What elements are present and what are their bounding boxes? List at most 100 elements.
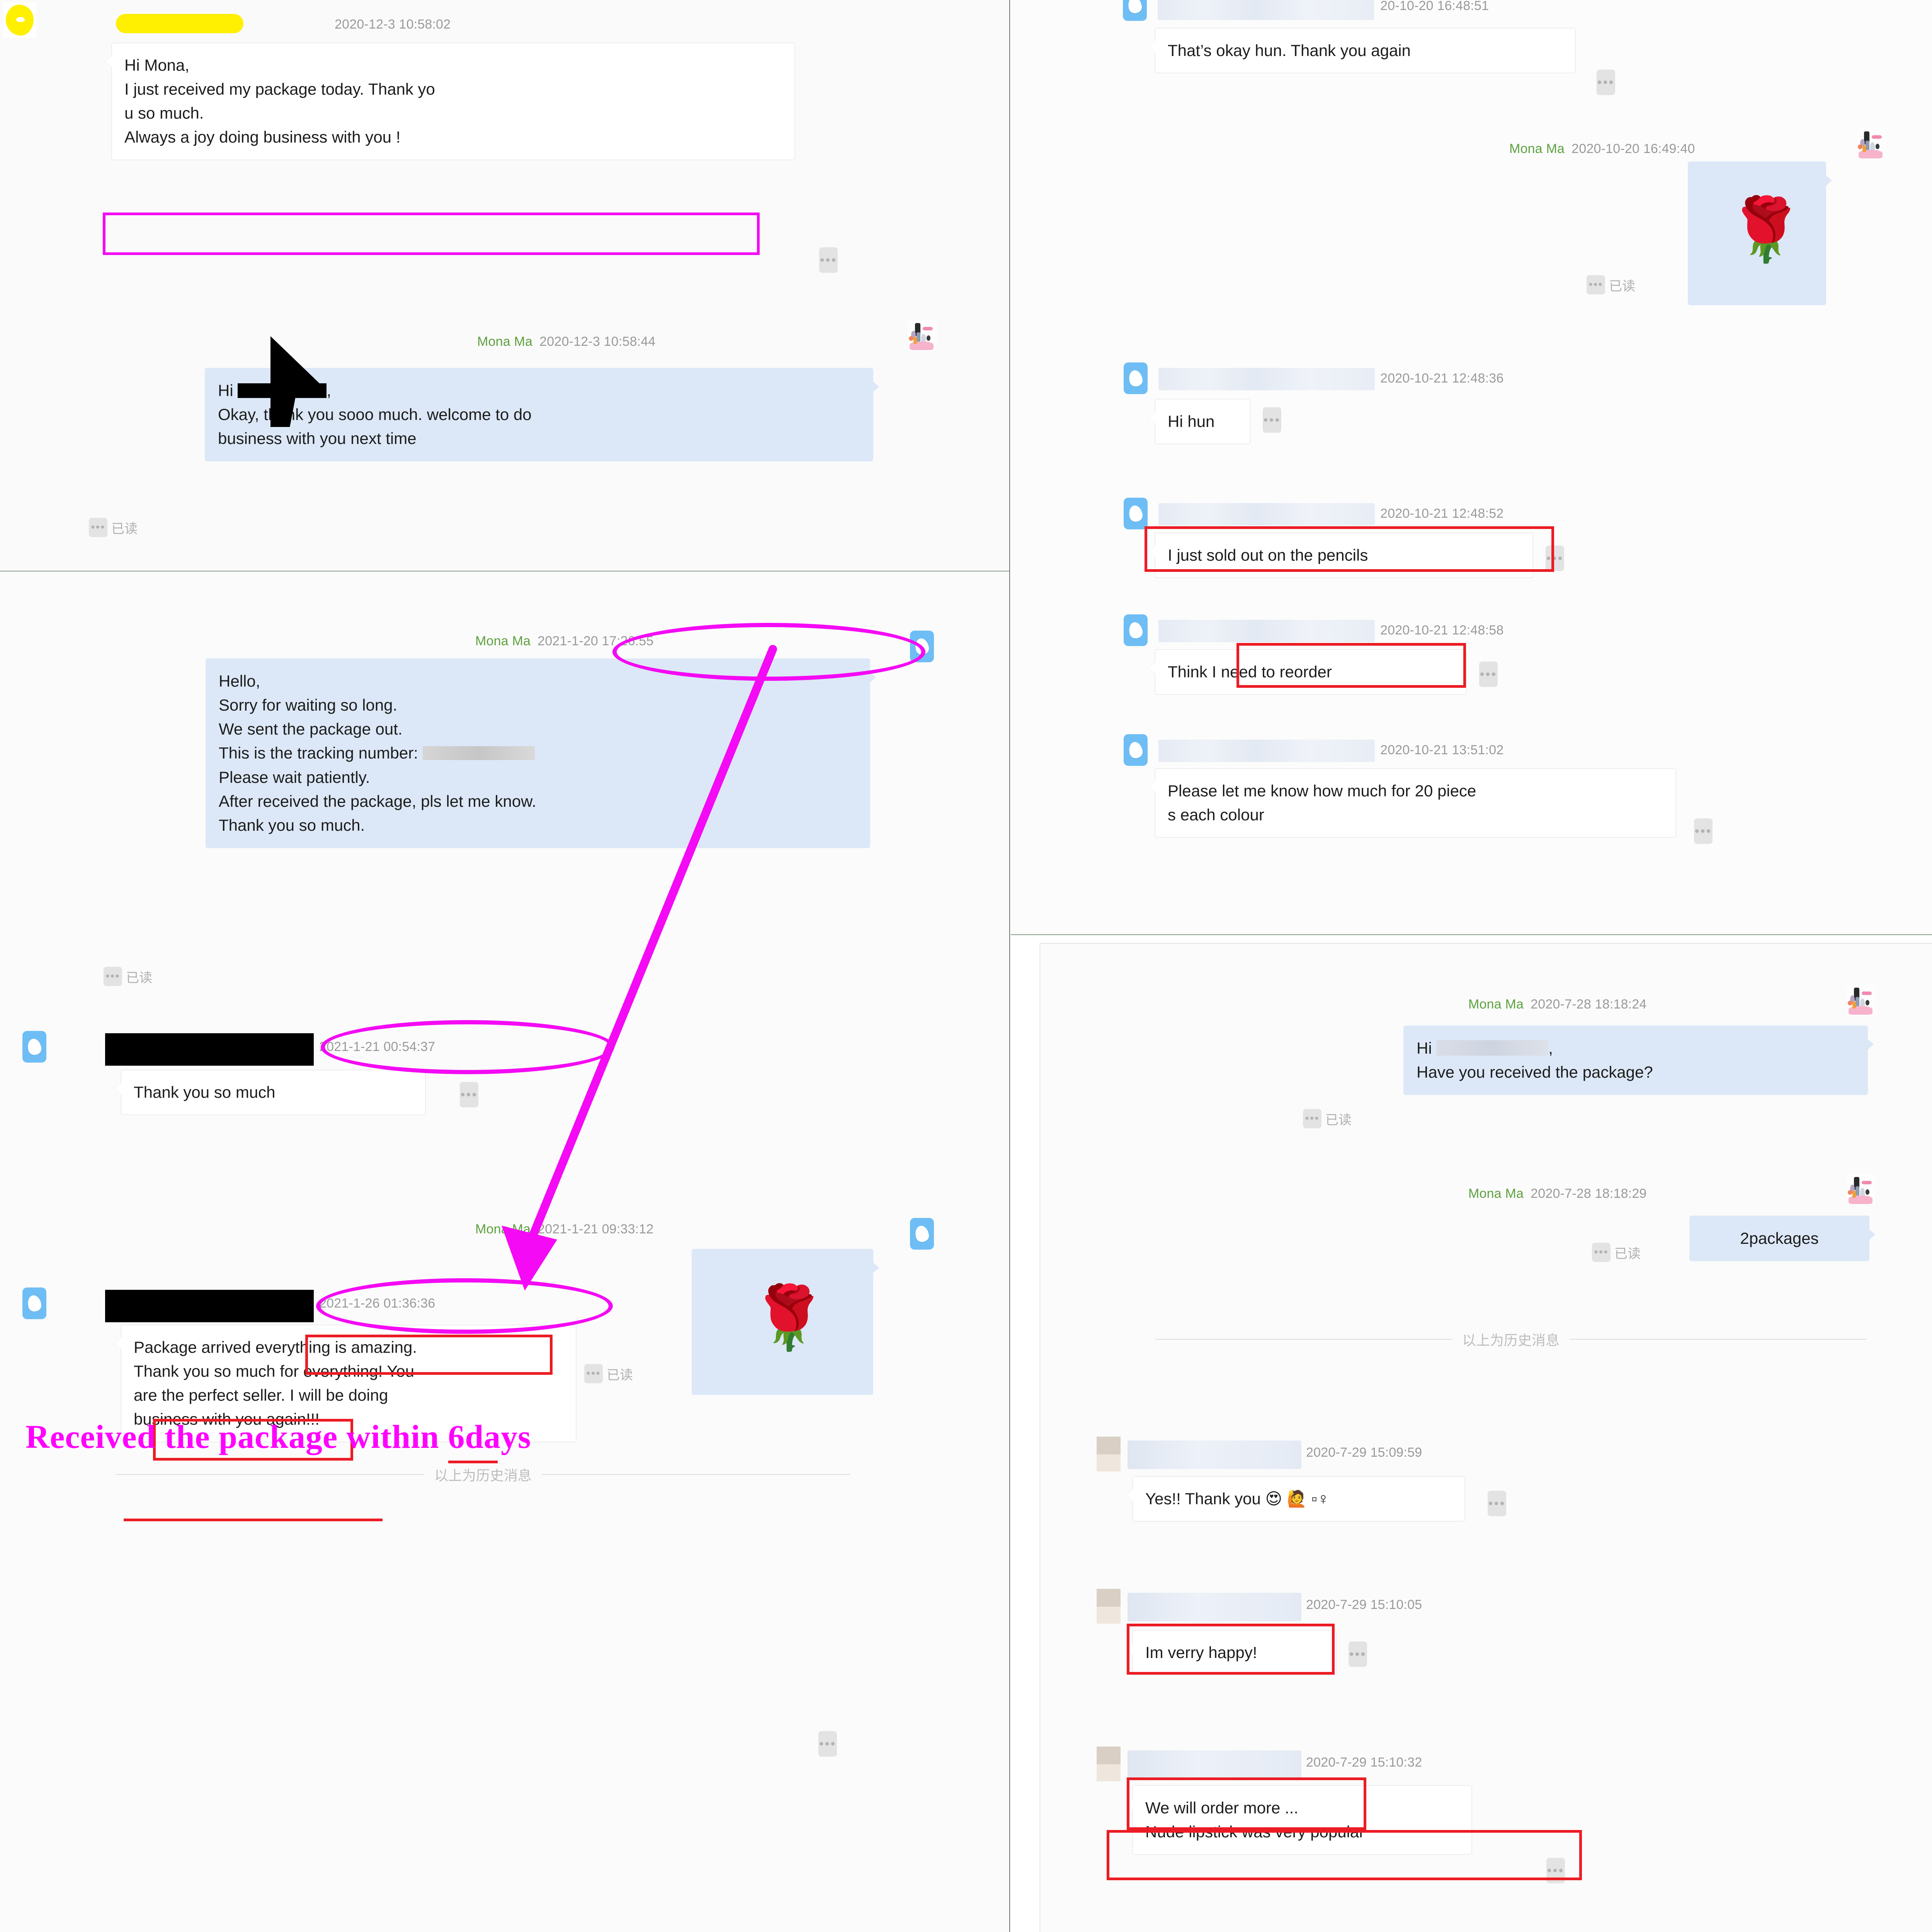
avatar-mona-ma-4[interactable] [1847, 1174, 1876, 1205]
message-bubble-incoming-1[interactable]: Hi Mona, I just received my package toda… [111, 43, 795, 160]
message-meta-17: 2020-7-29 15:10:32 [1306, 1755, 1422, 1770]
water-drop-icon [914, 637, 930, 656]
redacted-sender-name-blur-1 [1158, 0, 1374, 20]
sender-name: Mona Ma [475, 1222, 531, 1236]
message-bubble-outgoing-4[interactable]: 2packages [1689, 1216, 1875, 1262]
history-divider-label: 以上为历史消息 [434, 1468, 532, 1483]
avatar-customer-blue-6[interactable] [1124, 614, 1148, 646]
avatar-mona-ma-3[interactable] [1847, 985, 1876, 1015]
sender-name: Mona Ma [1468, 1186, 1524, 1201]
water-drop-icon [914, 1224, 930, 1243]
read-receipt-6: ••• 已读 [1592, 1243, 1641, 1262]
panel-vertical-divider [1009, 0, 1010, 1932]
message-options-button-11[interactable]: ••• [1546, 1858, 1565, 1883]
sender-name: Mona Ma [477, 334, 533, 349]
avatar-customer-blue-3[interactable] [1123, 0, 1147, 21]
panel-top-left-conversation: 2020-12-3 10:58:02 Hi Mona, I just recei… [0, 0, 1009, 571]
black-cursor-arrow-annotation [270, 336, 323, 427]
message-meta-3: Mona Ma 2021-1-20 17:26:55 [475, 634, 654, 649]
message-meta-4: 2021-1-21 00:54:37 [319, 1039, 435, 1054]
avatar-customer-blue-1[interactable] [22, 1031, 46, 1063]
message-bubble-incoming-7[interactable]: Think I need to reorder [1155, 649, 1467, 695]
timestamp: 2020-7-29 15:09:59 [1306, 1445, 1422, 1460]
history-divider-label: 以上为历史消息 [1462, 1332, 1560, 1348]
timestamp: 2020-7-28 18:18:24 [1531, 997, 1647, 1012]
avatar-customer-blue-4[interactable] [1124, 362, 1148, 394]
redacted-sender-name-blur-3 [1158, 503, 1375, 526]
redacted-sender-name-blur-8 [1128, 1750, 1301, 1779]
divider-line-right [542, 1474, 850, 1475]
message-options-button-5[interactable]: ••• [1263, 407, 1281, 433]
redacted-sender-name-blur-6 [1128, 1440, 1301, 1469]
message-bubble-incoming-5[interactable]: Hi hun [1155, 399, 1250, 445]
avatar-mona-ma-2[interactable] [1857, 128, 1886, 159]
divider-line-left [1155, 1339, 1452, 1340]
timestamp: 2021-1-20 17:26:55 [537, 634, 654, 648]
avatar-customer-blue-7[interactable] [1124, 734, 1148, 766]
message-options-button-4[interactable]: ••• [1597, 70, 1615, 95]
panel-bottom-right-conversation: Mona Ma 2020-7-28 18:18:24 Hi , Have you … [1039, 943, 1932, 1932]
message-line-1: We will order more ... [1145, 1799, 1298, 1817]
annotation-underline-red-business-again [124, 1519, 383, 1521]
sender-name: Mona Ma [1468, 997, 1524, 1012]
timestamp: 2020-10-20 16:49:40 [1571, 141, 1695, 156]
redacted-sender-name-blur-7 [1128, 1593, 1301, 1621]
redacted-sender-name-black-2 [105, 1290, 314, 1322]
message-bubble-incoming-8[interactable]: Please let me know how much for 20 piece… [1155, 768, 1676, 838]
message-options-button-9[interactable]: ••• [1488, 1491, 1506, 1516]
sender-name: Mona Ma [475, 634, 531, 648]
avatar-customer-tan-3[interactable] [1097, 1747, 1121, 1781]
avatar-redacted-customer[interactable] [3, 2, 36, 38]
timestamp: 2021-1-26 01:36:36 [319, 1296, 435, 1311]
message-options-button-3[interactable]: ••• [818, 1731, 837, 1757]
message-options-button-7[interactable]: ••• [1479, 662, 1498, 687]
avatar-mona-blue-2[interactable] [910, 1218, 934, 1250]
read-receipt-3: ••• 已读 [584, 1364, 633, 1383]
message-bubble-outgoing-rose-2[interactable]: 🌹 [1688, 162, 1832, 305]
redacted-sender-name-black-1 [105, 1033, 314, 1066]
message-line-2: Nude lipstick was very popular [1145, 1823, 1365, 1841]
yellow-scribble-redaction [6, 5, 34, 36]
ellipsis-icon: ••• [1303, 1109, 1321, 1128]
ellipsis-icon: ••• [89, 518, 107, 537]
redacted-name-blur-bar [1436, 1040, 1549, 1056]
message-bubble-incoming-11[interactable]: We will order more ... Nude lipstick was… [1132, 1785, 1472, 1855]
message-bubble-incoming-9[interactable]: Yes!! Thank you 😍 🙋 ▫♀ [1132, 1476, 1465, 1522]
message-bubble-outgoing-rose-1[interactable]: 🌹 [692, 1249, 879, 1395]
sender-name: Mona Ma [1509, 141, 1565, 156]
message-meta-10: 2020-10-21 12:48:52 [1380, 506, 1504, 521]
message-bubble-outgoing-3[interactable]: Hi , Have you received the package? [1403, 1026, 1874, 1095]
water-drop-icon [1128, 369, 1144, 388]
message-bubble-incoming-2[interactable]: Thank you so much [121, 1070, 426, 1116]
message-bubble-outgoing-2[interactable]: Hello, Sorry for waiting so long. We sen… [206, 658, 876, 849]
timestamp: 2020-12-3 10:58:44 [539, 334, 656, 349]
avatar-customer-blue-5[interactable] [1124, 498, 1148, 529]
message-bubble-incoming-10[interactable]: Im verry happy! [1132, 1630, 1337, 1676]
message-options-button-10[interactable]: ••• [1349, 1641, 1367, 1667]
message-meta-1: 2020-12-3 10:58:02 [335, 17, 451, 32]
message-meta-6: 2021-1-26 01:36:36 [319, 1296, 435, 1311]
read-label: 已读 [607, 1367, 633, 1383]
avatar-mona-blue[interactable] [910, 631, 934, 662]
avatar-customer-tan-1[interactable] [1097, 1437, 1121, 1471]
message-meta-9: 2020-10-21 12:48:36 [1380, 371, 1504, 386]
avatar-mona-ma[interactable] [908, 320, 937, 351]
ellipsis-icon: ••• [104, 967, 122, 986]
read-receipt-2: ••• 已读 [104, 967, 152, 986]
rose-emoji: 🌹 [1727, 195, 1804, 264]
message-bubble-incoming-6[interactable]: I just sold out on the pencils [1155, 532, 1533, 578]
read-label: 已读 [1325, 1112, 1352, 1128]
message-options-button-2[interactable]: ••• [460, 1082, 478, 1107]
read-receipt-1: ••• 已读 [89, 518, 138, 537]
message-bubble-incoming-4[interactable]: That’s okay hun. Thank you again [1155, 28, 1576, 74]
callout-received-within-6days: Received the package within 6days [26, 1418, 531, 1455]
message-options-button-1[interactable]: ••• [819, 247, 838, 273]
avatar-customer-tan-2[interactable] [1097, 1589, 1121, 1624]
avatar-customer-blue-2[interactable] [22, 1287, 46, 1319]
message-meta-12: 2020-10-21 13:51:02 [1380, 743, 1504, 758]
message-options-button-6[interactable]: ••• [1546, 546, 1564, 571]
water-drop-icon [1128, 621, 1144, 640]
timestamp: 2020-10-21 12:48:36 [1380, 371, 1504, 386]
message-meta-14: Mona Ma 2020-7-28 18:18:29 [1468, 1186, 1647, 1201]
message-options-button-8[interactable]: ••• [1694, 818, 1713, 844]
